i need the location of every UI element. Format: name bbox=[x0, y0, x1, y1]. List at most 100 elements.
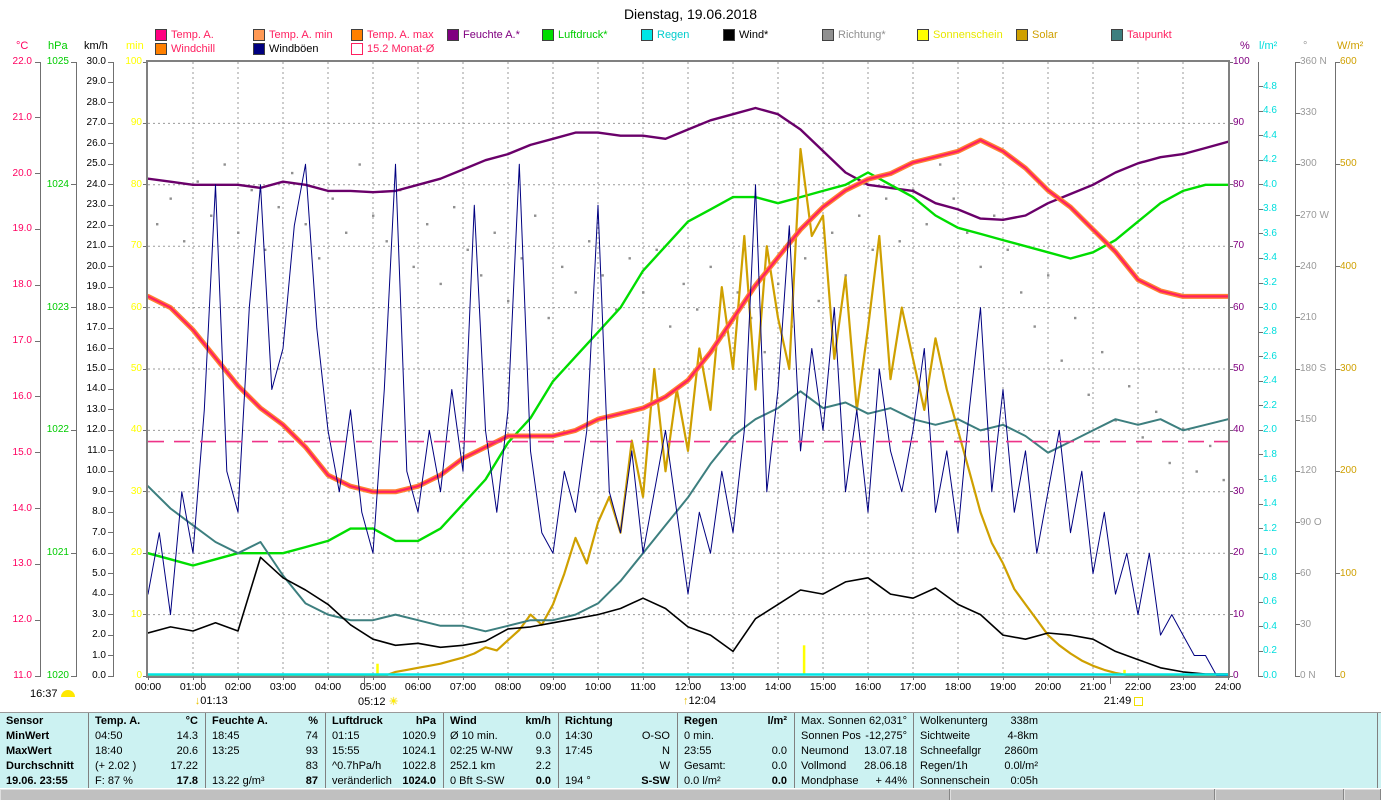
table-header-luftdruck: Luftdruck hPa bbox=[332, 714, 436, 729]
table-cell-label: 18:45 bbox=[212, 730, 240, 742]
axis-tick-kmh bbox=[108, 225, 113, 227]
time-tick bbox=[733, 676, 734, 680]
axis-ticklabel-kmh: 10.0 bbox=[86, 465, 106, 477]
axis-ticklabel-deg: 30 bbox=[1300, 618, 1312, 630]
axis-header-lm2: l/m² bbox=[1259, 40, 1278, 52]
axis-tick-kmh bbox=[108, 327, 113, 329]
legend-label: Richtung* bbox=[838, 29, 886, 41]
table-header-richtung: Richtung bbox=[565, 714, 670, 729]
axis-ticklabel-kmh: 15.0 bbox=[86, 363, 106, 374]
time-label: 07:00 bbox=[449, 681, 477, 693]
axis-tick-degc bbox=[35, 563, 40, 565]
axis-ticklabel-kmh: 30.0 bbox=[86, 56, 106, 67]
axis-ticklabel-hpa: 1024 bbox=[46, 178, 69, 190]
legend-item-temp-a-min: Temp. A. min bbox=[253, 29, 333, 41]
axis-tick-degc bbox=[35, 452, 40, 454]
axis-ticklabel-lm2: 1.0 bbox=[1263, 547, 1277, 559]
axis-ticklabel-min: 70 bbox=[130, 240, 142, 252]
legend-swatch-icon bbox=[351, 43, 363, 55]
axis-ticklabel-kmh: 22.0 bbox=[86, 219, 106, 231]
table-cell-value: 9.3 bbox=[535, 745, 551, 757]
statusbar-segment bbox=[1344, 789, 1381, 800]
axis-ticklabel-deg: 150 bbox=[1300, 414, 1317, 426]
axis-ticklabel-hpa: 1025 bbox=[46, 56, 69, 67]
time-tick bbox=[823, 676, 824, 680]
table-cell-label: 0.0 l/m² bbox=[684, 775, 721, 787]
axis-ticklabel-kmh: 14.0 bbox=[86, 383, 106, 395]
time-tick bbox=[193, 676, 194, 680]
info-value: 338m bbox=[1010, 715, 1038, 727]
time-label: 14:00 bbox=[764, 681, 792, 693]
legend-item-luftdruck-: Luftdruck* bbox=[542, 29, 608, 41]
axis-ticklabel-lm2: 3.0 bbox=[1263, 301, 1277, 313]
table-cell-value: 1024.1 bbox=[402, 745, 436, 757]
axis-tick-kmh bbox=[108, 286, 113, 288]
axis-ticklabel-hpa: 1022 bbox=[46, 424, 69, 436]
legend-item-taupunkt: Taupunkt bbox=[1111, 29, 1172, 41]
axis-ticklabel-deg: 240 bbox=[1300, 260, 1317, 272]
table-cell-value: 1024.0 bbox=[402, 775, 436, 787]
table-cell-value: 0.0 bbox=[771, 775, 787, 787]
table-cell-label: 194 ° bbox=[565, 775, 591, 787]
legend-item-feuchte-a-: Feuchte A.* bbox=[447, 29, 520, 41]
axis-line-degc bbox=[40, 62, 41, 677]
legend-swatch-icon bbox=[917, 29, 929, 41]
legend-label: 15.2 Monat-Ø bbox=[367, 43, 435, 55]
axis-ticklabel-deg: 0 N bbox=[1300, 670, 1316, 681]
legend-swatch-icon bbox=[155, 43, 167, 55]
axis-ticklabel-min: 100 bbox=[125, 56, 142, 67]
axis-ticklabel-lm2: 4.0 bbox=[1263, 178, 1277, 190]
axis-ticklabel-pct: 90 bbox=[1233, 117, 1245, 129]
sunrise-sun-icon: ☀ bbox=[388, 696, 399, 708]
table-row: 02:25 W-NW 9.3 bbox=[450, 744, 551, 759]
info-label: Schneefallgr bbox=[920, 745, 982, 757]
table-rowlabel: 19.06. 23:55 bbox=[6, 775, 68, 787]
axis-ticklabel-lm2: 0.2 bbox=[1263, 645, 1277, 657]
axis-ticklabel-deg: 60 bbox=[1300, 567, 1312, 579]
info-label: Sonnen Pos bbox=[801, 730, 861, 742]
axis-ticklabel-kmh: 25.0 bbox=[86, 158, 106, 170]
legend-swatch-icon bbox=[253, 43, 265, 55]
table-row: 18:40 20.6 bbox=[95, 744, 198, 759]
axis-tick-degc bbox=[35, 619, 40, 621]
table-row: 13:25 93 bbox=[212, 744, 318, 759]
axis-ticklabel-lm2: 1.4 bbox=[1263, 498, 1277, 510]
axis-tick-kmh bbox=[108, 532, 113, 534]
table-divider bbox=[677, 713, 678, 789]
table-header-temp-a-: Temp. A. °C bbox=[95, 714, 198, 729]
info-value: 0:05h bbox=[1010, 775, 1038, 787]
axis-ticklabel-pct: 50 bbox=[1233, 363, 1245, 374]
info-row-forecast: Schneefallgr 2860m bbox=[920, 744, 1038, 759]
table-header-name: Wind bbox=[450, 715, 477, 727]
time-label: 17:00 bbox=[899, 681, 927, 693]
info-label: Regen/1h bbox=[920, 760, 968, 772]
table-row: 252.1 km 2.2 bbox=[450, 759, 551, 774]
table-row: 14:30 O-SO bbox=[565, 729, 670, 744]
time-label: 16:00 bbox=[854, 681, 882, 693]
legend-label: Temp. A. min bbox=[269, 29, 333, 41]
legend-label: Feuchte A.* bbox=[463, 29, 520, 41]
moonset-arrow-icon: ↓ bbox=[194, 695, 201, 707]
table-cell-value: 17.22 bbox=[170, 760, 198, 772]
table-row: 0.0 l/m² 0.0 bbox=[684, 774, 787, 789]
info-row-forecast: Sonnenschein 0:05h bbox=[920, 774, 1038, 789]
time-tick bbox=[508, 676, 509, 680]
info-value: 28.06.18 bbox=[864, 760, 907, 772]
table-row: W bbox=[565, 759, 670, 774]
axis-tick-kmh bbox=[108, 450, 113, 452]
axis-ticklabel-kmh: 8.0 bbox=[92, 506, 106, 518]
table-header-unit: km/h bbox=[525, 715, 551, 727]
table-cell-value: 74 bbox=[305, 730, 318, 742]
axis-header-hpa: hPa bbox=[48, 40, 68, 52]
legend-item-wind-: Wind* bbox=[723, 29, 768, 41]
time-tick bbox=[598, 676, 599, 680]
legend-item-temp-a-max: Temp. A. max bbox=[351, 29, 434, 41]
table-cell-value: 20.6 bbox=[176, 745, 198, 757]
axis-ticklabel-min: 80 bbox=[130, 178, 142, 190]
table-rowlabel: Durchschnitt bbox=[6, 760, 74, 772]
time-label: 24:00 bbox=[1214, 681, 1242, 693]
table-header-name: Regen bbox=[684, 715, 718, 727]
table-divider bbox=[558, 713, 559, 789]
table-row: 13.22 g/m³ 87 bbox=[212, 774, 318, 789]
time-label: 03:00 bbox=[269, 681, 297, 693]
